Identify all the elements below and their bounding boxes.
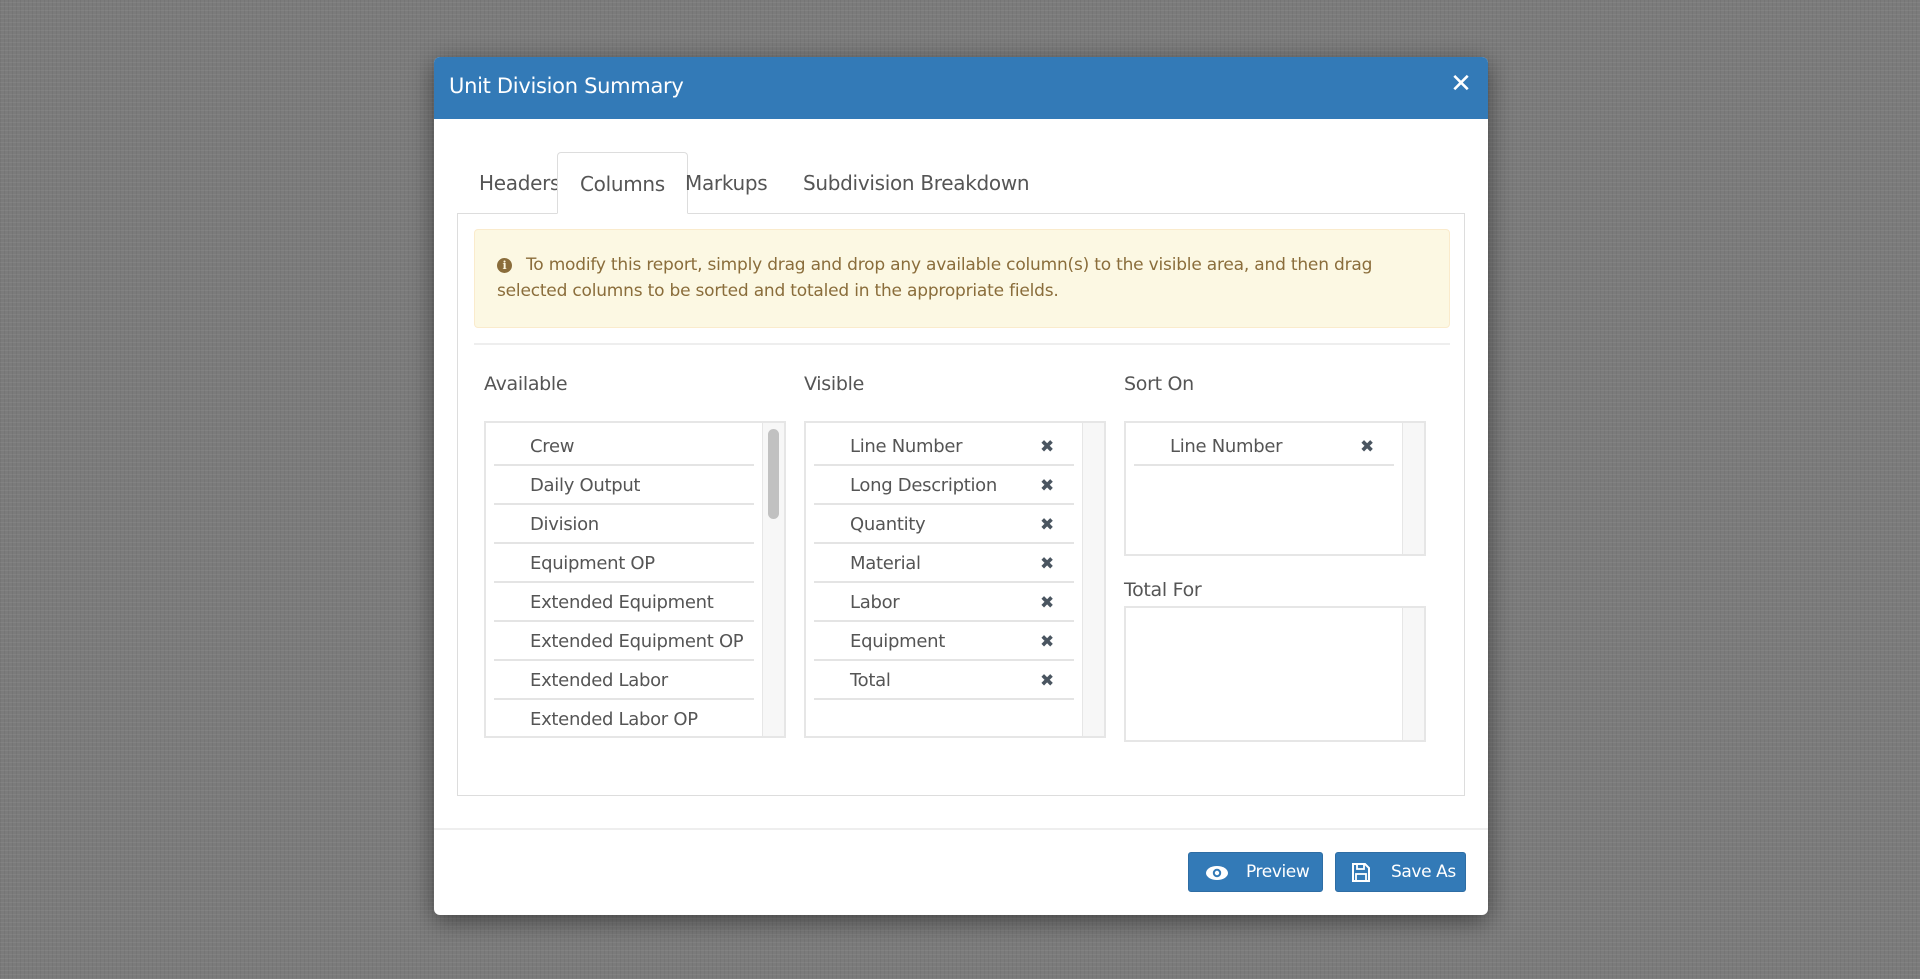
remove-icon[interactable]: ✖ — [1040, 505, 1054, 545]
visible-item[interactable]: Total ✖ — [814, 661, 1074, 700]
item-label: Line Number — [1170, 436, 1283, 457]
eye-icon — [1205, 853, 1229, 905]
remove-icon[interactable]: ✖ — [1040, 661, 1054, 701]
available-item[interactable]: Extended Equipment — [494, 583, 754, 622]
item-label: Extended Equipment OP — [530, 631, 744, 652]
available-item[interactable]: Division — [494, 505, 754, 544]
sort-on-list[interactable]: Line Number ✖ — [1124, 421, 1426, 556]
sort-on-scrollbar[interactable] — [1402, 423, 1424, 554]
visible-item[interactable]: Equipment ✖ — [814, 622, 1074, 661]
dialog-title: Unit Division Summary — [449, 74, 684, 98]
close-icon[interactable]: ✕ — [1448, 69, 1474, 99]
available-item[interactable]: Daily Output — [494, 466, 754, 505]
info-circle-icon: i — [497, 258, 512, 273]
sort-on-label: Sort On — [1124, 373, 1194, 395]
total-for-label: Total For — [1124, 579, 1202, 601]
visible-list[interactable]: Line Number ✖ Long Description ✖ Quantity ✖ Ma… — [804, 421, 1106, 738]
visible-item[interactable]: Material ✖ — [814, 544, 1074, 583]
visible-item[interactable]: Long Description ✖ — [814, 466, 1074, 505]
total-for-list[interactable] — [1124, 606, 1426, 742]
available-item[interactable]: Equipment OP — [494, 544, 754, 583]
preview-button[interactable]: Preview — [1188, 852, 1323, 892]
available-list[interactable]: Crew Daily Output Division Equipment OP Exte… — [484, 421, 786, 738]
visible-scrollbar[interactable] — [1082, 423, 1104, 736]
visible-label: Visible — [804, 373, 864, 395]
item-label: Extended Labor OP — [530, 709, 698, 730]
remove-icon[interactable]: ✖ — [1040, 427, 1054, 467]
item-label: Extended Equipment — [530, 592, 714, 613]
section-divider — [474, 343, 1450, 345]
item-label: Long Description — [850, 475, 997, 496]
remove-icon[interactable]: ✖ — [1040, 544, 1054, 584]
tab-strip: Headers Columns Markups Subdivision Brea… — [457, 152, 1465, 214]
dialog-header: Unit Division Summary ✕ — [434, 57, 1488, 119]
remove-icon[interactable]: ✖ — [1360, 427, 1374, 467]
item-label: Quantity — [850, 514, 926, 535]
columns-tab-panel: i To modify this report, simply drag and … — [457, 213, 1465, 796]
remove-icon[interactable]: ✖ — [1040, 466, 1054, 506]
item-label: Division — [530, 514, 599, 535]
item-label: Labor — [850, 592, 900, 613]
item-label: Equipment OP — [530, 553, 655, 574]
available-scrollbar[interactable] — [762, 423, 784, 736]
preview-label: Preview — [1246, 862, 1310, 882]
visible-item[interactable]: Labor ✖ — [814, 583, 1074, 622]
tab-subdivision-breakdown[interactable]: Subdivision Breakdown — [781, 152, 1051, 213]
available-item[interactable]: Extended Labor OP — [494, 700, 754, 736]
save-as-button[interactable]: Save As — [1335, 852, 1466, 892]
available-item[interactable]: Extended Equipment OP — [494, 622, 754, 661]
alert-text: To modify this report, simply drag and d… — [497, 255, 1373, 301]
sort-on-item[interactable]: Line Number ✖ — [1134, 427, 1394, 466]
sort-on-items: Line Number ✖ — [1134, 427, 1394, 466]
item-label: Crew — [530, 436, 575, 457]
visible-items: Line Number ✖ Long Description ✖ Quantity ✖ Ma… — [814, 427, 1074, 700]
visible-item[interactable]: Line Number ✖ — [814, 427, 1074, 466]
remove-icon[interactable]: ✖ — [1040, 583, 1054, 623]
footer-divider — [434, 828, 1488, 830]
tab-markups[interactable]: Markups — [663, 152, 789, 213]
floppy-disk-icon — [1351, 853, 1371, 905]
remove-icon[interactable]: ✖ — [1040, 622, 1054, 662]
unit-division-summary-dialog: Unit Division Summary ✕ Headers Columns … — [434, 57, 1488, 915]
save-as-label: Save As — [1391, 862, 1456, 882]
item-label: Material — [850, 553, 921, 574]
item-label: Extended Labor — [530, 670, 668, 691]
available-scroll-thumb[interactable] — [768, 429, 779, 519]
total-for-scrollbar[interactable] — [1402, 608, 1424, 740]
available-item[interactable]: Crew — [494, 427, 754, 466]
item-label: Line Number — [850, 436, 963, 457]
info-alert: i To modify this report, simply drag and … — [474, 229, 1450, 328]
item-label: Equipment — [850, 631, 946, 652]
available-items: Crew Daily Output Division Equipment OP Exte… — [494, 427, 754, 736]
visible-item[interactable]: Quantity ✖ — [814, 505, 1074, 544]
item-label: Total — [850, 670, 891, 691]
item-label: Daily Output — [530, 475, 641, 496]
available-item[interactable]: Extended Labor — [494, 661, 754, 700]
available-label: Available — [484, 373, 568, 395]
